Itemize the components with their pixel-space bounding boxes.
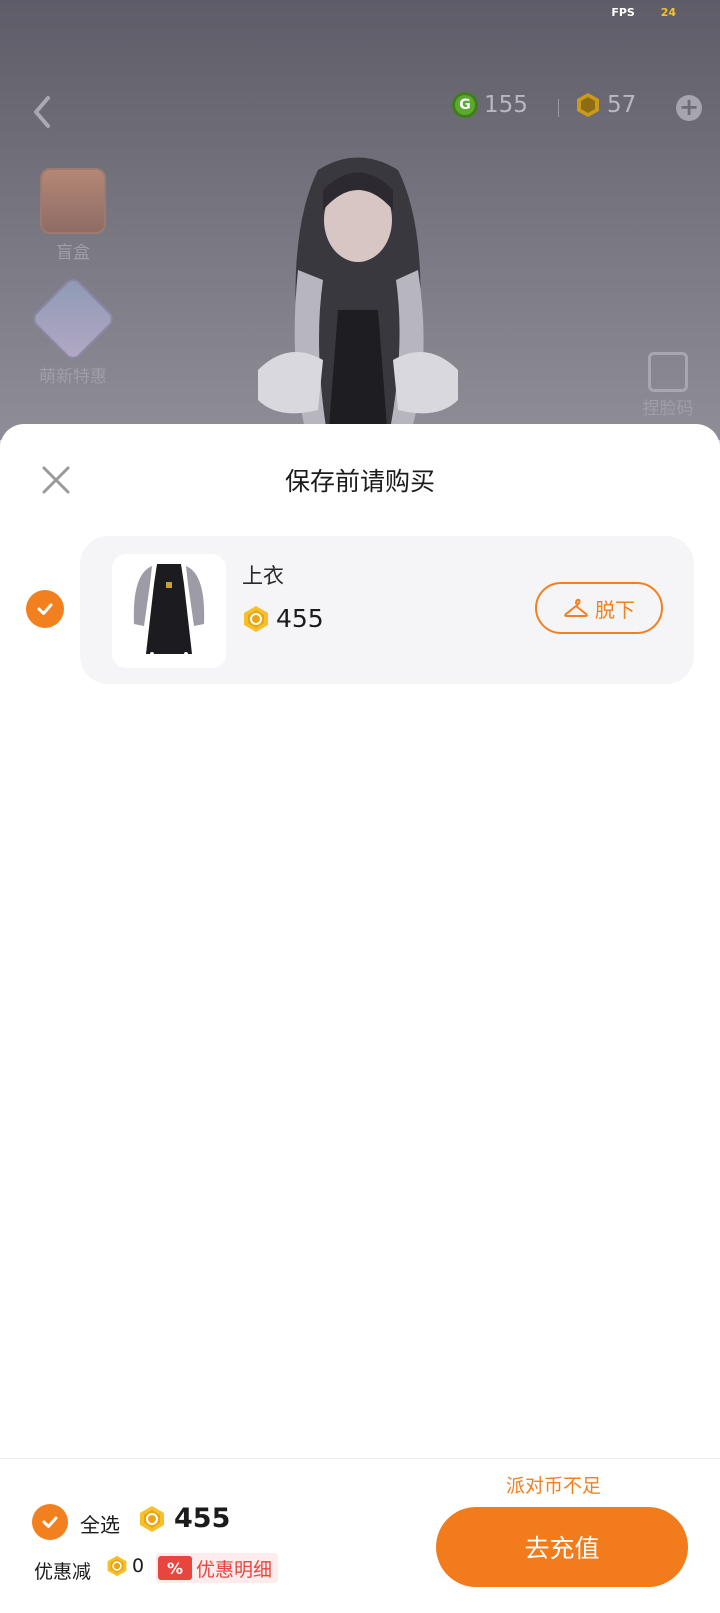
item-card[interactable]: 上衣 455 脱下: [80, 536, 694, 684]
face-code-entry[interactable]: 捏脸码: [638, 352, 698, 419]
discount-label: 优惠减: [34, 1561, 92, 1583]
face-code-label: 捏脸码: [642, 399, 694, 419]
discount-amount-value: 0: [132, 1555, 145, 1577]
item-name: 上衣: [242, 564, 284, 588]
currency-divider: [558, 99, 559, 117]
take-off-label: 脱下: [595, 597, 635, 622]
total-price-value: 455: [174, 1503, 231, 1534]
party-coin-icon: [244, 605, 268, 632]
purchase-sheet: 保存前请购买 上衣 455 脱下: [0, 424, 720, 1612]
back-button[interactable]: [26, 92, 60, 132]
blindbox-entry[interactable]: 盲盒: [30, 168, 116, 263]
recharge-button[interactable]: 去充值: [436, 1507, 688, 1587]
check-icon: [37, 603, 53, 615]
game-scene-background: FPS 24 G 155 57 + 盲盒 萌新特惠 捏脸码: [0, 0, 720, 440]
discount-detail-button[interactable]: % 优惠明细: [156, 1553, 279, 1583]
party-coin-icon: [140, 1505, 164, 1532]
gold-currency-value: 57: [607, 92, 637, 118]
checkout-footer: 派对币不足 全选 455 优惠减 0 % 优惠明细 去充值: [0, 1458, 720, 1613]
sheet-title: 保存前请购买: [284, 467, 435, 496]
hanger-icon: [564, 598, 588, 617]
select-all-label[interactable]: 全选: [80, 1509, 120, 1538]
fps-counter: FPS 24: [611, 6, 676, 19]
check-icon: [42, 1516, 58, 1528]
take-off-button[interactable]: 脱下: [535, 582, 663, 634]
face-code-icon: [648, 352, 688, 392]
green-currency[interactable]: G 155: [452, 92, 528, 118]
green-currency-value: 155: [484, 92, 528, 118]
total-price: 455: [138, 1503, 230, 1534]
item-thumbnail: [112, 554, 226, 668]
item-price: 455: [242, 604, 324, 633]
discount-detail-label: 优惠明细: [196, 1558, 273, 1581]
insufficient-notice: 派对币不足: [506, 1475, 602, 1497]
chevron-left-icon: [34, 96, 50, 128]
gold-coin-icon: [575, 92, 601, 118]
item-select-checkbox[interactable]: [26, 590, 64, 628]
discount-tag-icon: %: [158, 1556, 192, 1580]
newbie-offer-label: 萌新特惠: [39, 367, 107, 387]
gift-box-icon: [40, 168, 106, 234]
discount-amount: 0: [106, 1555, 144, 1577]
blindbox-label: 盲盒: [56, 243, 90, 263]
gold-currency[interactable]: 57: [575, 92, 636, 118]
character-avatar: [258, 157, 458, 440]
party-coin-icon: [107, 1555, 127, 1577]
item-price-value: 455: [276, 604, 324, 633]
select-all-checkbox[interactable]: [32, 1504, 68, 1540]
newbie-offer-entry[interactable]: 萌新特惠: [29, 275, 117, 387]
fps-value: 24: [660, 6, 676, 19]
green-coin-icon: G: [452, 92, 478, 118]
add-currency-button[interactable]: +: [676, 95, 702, 121]
dress-image-icon: [133, 564, 205, 658]
newbie-offer-icon: [29, 275, 117, 363]
fps-label: FPS: [611, 6, 635, 19]
